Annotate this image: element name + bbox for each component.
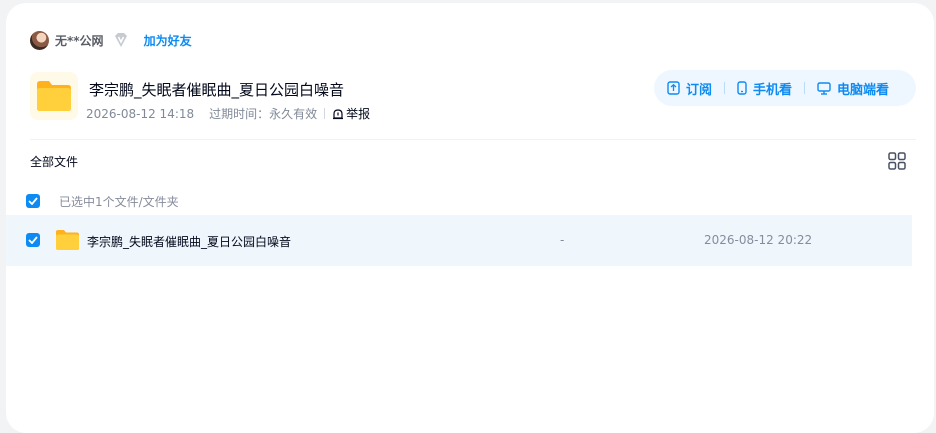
table-row[interactable]: 李宗鹏_失眠者催眠曲_夏日公园白噪音 - 2026-08-12 20:22 [6,215,912,266]
expire-value: 永久有效 [269,107,318,121]
avatar[interactable] [30,30,49,50]
selection-bar: 已选中1个文件/文件夹 [26,192,179,210]
grid-view-icon[interactable] [888,152,906,170]
mobile-view-label: 手机看 [753,82,793,98]
phone-icon [737,81,747,95]
sharer-name[interactable]: 无**公网 [55,32,104,49]
row-checkbox[interactable] [26,233,40,247]
sharer-info: 无**公网 加为好友 [30,30,192,50]
checkbox-checked-icon [28,197,38,205]
share-actions: 订阅 手机看 电脑端看 [654,70,916,106]
share-created-time: 2026-08-12 14:18 [86,106,195,121]
mobile-view-button[interactable]: 手机看 [737,79,792,98]
file-size: - [560,233,565,247]
report-button[interactable]: 举报 [332,105,370,122]
file-name[interactable]: 李宗鹏_失眠者催眠曲_夏日公园白噪音 [87,233,291,250]
action-divider [804,82,806,94]
monitor-icon [817,81,831,95]
breadcrumb-root[interactable]: 全部文件 [30,155,78,169]
folder-icon [56,230,79,250]
select-all-checkbox[interactable] [26,194,40,208]
expire-label: 过期时间： [209,107,270,121]
file-date: 2026-08-12 20:22 [704,233,813,247]
report-label: 举报 [346,107,371,121]
meta-divider [324,108,326,119]
report-icon [333,108,344,119]
share-folder-thumb [30,72,78,120]
subscribe-button[interactable]: 订阅 [667,79,712,98]
vip-diamond-icon [114,33,127,47]
subscribe-label: 订阅 [686,82,713,98]
selection-status: 已选中1个文件/文件夹 [59,194,179,209]
folder-icon [37,81,71,111]
add-friend-link[interactable]: 加为好友 [144,32,192,49]
desktop-view-button[interactable]: 电脑端看 [817,79,889,98]
header-divider [30,139,916,140]
share-meta: 2026-08-12 14:18 过期时间： 永久有效 举报 [86,105,370,122]
checkbox-checked-icon [28,236,38,244]
desktop-view-label: 电脑端看 [837,82,890,98]
share-title: 李宗鹏_失眠者催眠曲_夏日公园白噪音 [89,81,345,99]
share-card: 无**公网 加为好友 李宗鹏_失眠者催眠曲_夏日公园白噪音 2026-08-12… [6,3,934,433]
action-divider [724,82,726,94]
breadcrumb: 全部文件 [30,153,78,170]
subscribe-icon [667,81,680,95]
